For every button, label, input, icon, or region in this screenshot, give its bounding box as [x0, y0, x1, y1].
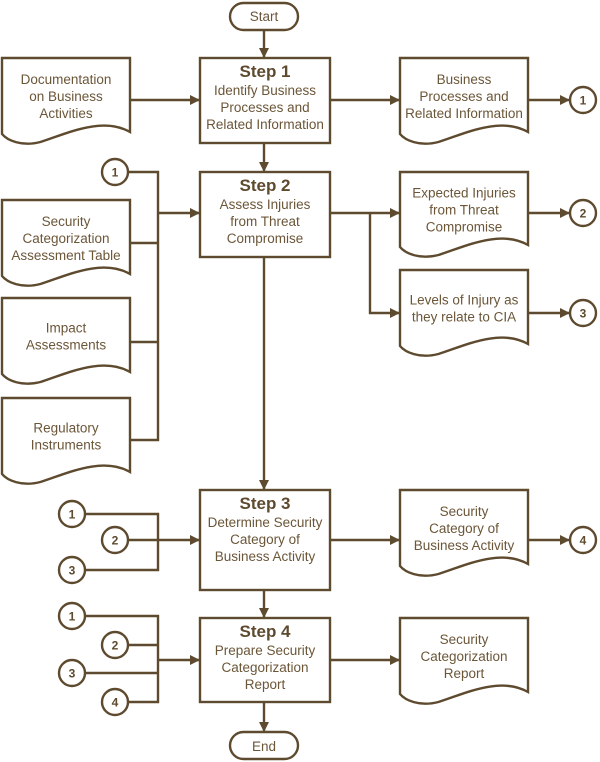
- step-3-box: Step 3 Determine Security Category of Busin…: [198, 488, 332, 592]
- connector-number: 3: [580, 307, 587, 321]
- connector-number: 4: [112, 696, 119, 710]
- connector-circle-1: 1: [100, 157, 130, 187]
- connector-circle-1: 1: [568, 85, 598, 115]
- document-text-line: they relate to CIA: [412, 310, 516, 325]
- connector-circle-2: 2: [100, 525, 130, 555]
- connector-circle-1: 1: [57, 499, 87, 529]
- document-text-line: Expected Injuries: [412, 186, 516, 201]
- document-text-line: Security: [42, 214, 91, 229]
- start-label: Start: [250, 9, 279, 24]
- step-description-line: Identify Business: [214, 83, 316, 98]
- document-text-line: Security: [440, 504, 489, 519]
- connector-number: 2: [580, 207, 587, 221]
- step-description-line: Assess Injuries: [220, 197, 311, 212]
- output-document: Levels of Injury as they relate to CIA: [398, 268, 530, 357]
- connector-number: 1: [580, 94, 587, 108]
- connector-number: 2: [112, 534, 119, 548]
- output-document: Expected Injuries from Threat Compromise: [398, 170, 530, 258]
- output-document: Business Processes and Related Information: [398, 56, 530, 145]
- step-description-line: from Threat: [230, 214, 300, 229]
- end-label: End: [252, 739, 276, 754]
- connector-circle-4: 4: [100, 687, 130, 717]
- step-description-line: Prepare Security: [215, 643, 316, 658]
- document-text-line: Compromise: [426, 220, 503, 235]
- step-description-line: Business Activity: [215, 549, 316, 564]
- step-title: Step 1: [239, 62, 290, 81]
- flowchart-canvas: Start End Step 1 Identify Business Process…: [0, 1, 598, 761]
- step-description-line: Categorization: [221, 660, 308, 675]
- document-text-line: Business Activity: [414, 538, 515, 553]
- connector-number: 1: [69, 508, 76, 522]
- connector-number: 4: [580, 534, 587, 548]
- input-document: Security Categorization Assessment Table: [0, 198, 132, 287]
- step-2-box: Step 2 Assess Injuries from Threat Compromi…: [198, 170, 332, 259]
- connector-circle-3: 3: [57, 555, 87, 585]
- document-text-line: Assessments: [26, 338, 107, 353]
- document-text-line: Documentation: [21, 72, 112, 87]
- output-document: Security Category of Business Activity: [398, 488, 530, 577]
- connector-number: 3: [69, 564, 76, 578]
- connector-number: 1: [69, 610, 76, 624]
- document-text-line: Business: [437, 72, 492, 87]
- document-text-line: on Business: [29, 89, 103, 104]
- step-title: Step 2: [239, 176, 290, 195]
- document-text-line: Categorization: [22, 231, 109, 246]
- step-description-line: Processes and: [220, 100, 309, 115]
- document-text-line: Levels of Injury as: [410, 293, 519, 308]
- connector-circle-2: 2: [100, 630, 130, 660]
- step-1-box: Step 1 Identify Business Processes and Rela…: [198, 56, 332, 145]
- step-description-line: Determine Security: [208, 515, 323, 530]
- output-document: Security Categorization Report: [398, 616, 530, 705]
- document-text-line: Category of: [429, 521, 499, 536]
- step-description-line: Related Information: [206, 117, 324, 132]
- end-terminator: End: [228, 730, 300, 761]
- step-title: Step 4: [239, 622, 291, 641]
- connector-circle-2: 2: [568, 198, 598, 228]
- document-text-line: from Threat: [429, 203, 499, 218]
- connector-number: 1: [112, 166, 119, 180]
- input-document: Regulatory Instruments: [0, 396, 132, 485]
- connector-circle-3: 3: [568, 298, 598, 328]
- document-text-line: Report: [444, 666, 485, 681]
- document-text-line: Activities: [39, 106, 93, 121]
- input-document: Impact Assessments: [0, 296, 132, 385]
- connector-circle-4: 4: [568, 525, 598, 555]
- connector-number: 2: [112, 639, 119, 653]
- document-text-line: Security: [440, 632, 489, 647]
- document-text-line: Categorization: [420, 649, 507, 664]
- start-terminator: Start: [228, 1, 300, 32]
- connector-circle-1: 1: [57, 601, 87, 631]
- step-description-line: Category of: [230, 532, 300, 547]
- step-4-box: Step 4 Prepare Security Categorization Repo…: [198, 616, 332, 704]
- document-text-line: Regulatory: [33, 421, 99, 436]
- document-text-line: Related Information: [405, 106, 523, 121]
- connector-number: 3: [69, 667, 76, 681]
- input-document: Documentation on Business Activities: [0, 56, 132, 145]
- document-text-line: Impact: [46, 321, 87, 336]
- step-description-line: Compromise: [227, 231, 304, 246]
- step-description-line: Report: [245, 677, 286, 692]
- step-title: Step 3: [239, 494, 290, 513]
- document-text-line: Instruments: [31, 438, 102, 453]
- flowchart: Start End Step 1 Identify Business Process…: [0, 0, 600, 762]
- document-text-line: Assessment Table: [11, 248, 120, 263]
- document-text-line: Processes and: [419, 89, 508, 104]
- connector-circle-3: 3: [57, 658, 87, 688]
